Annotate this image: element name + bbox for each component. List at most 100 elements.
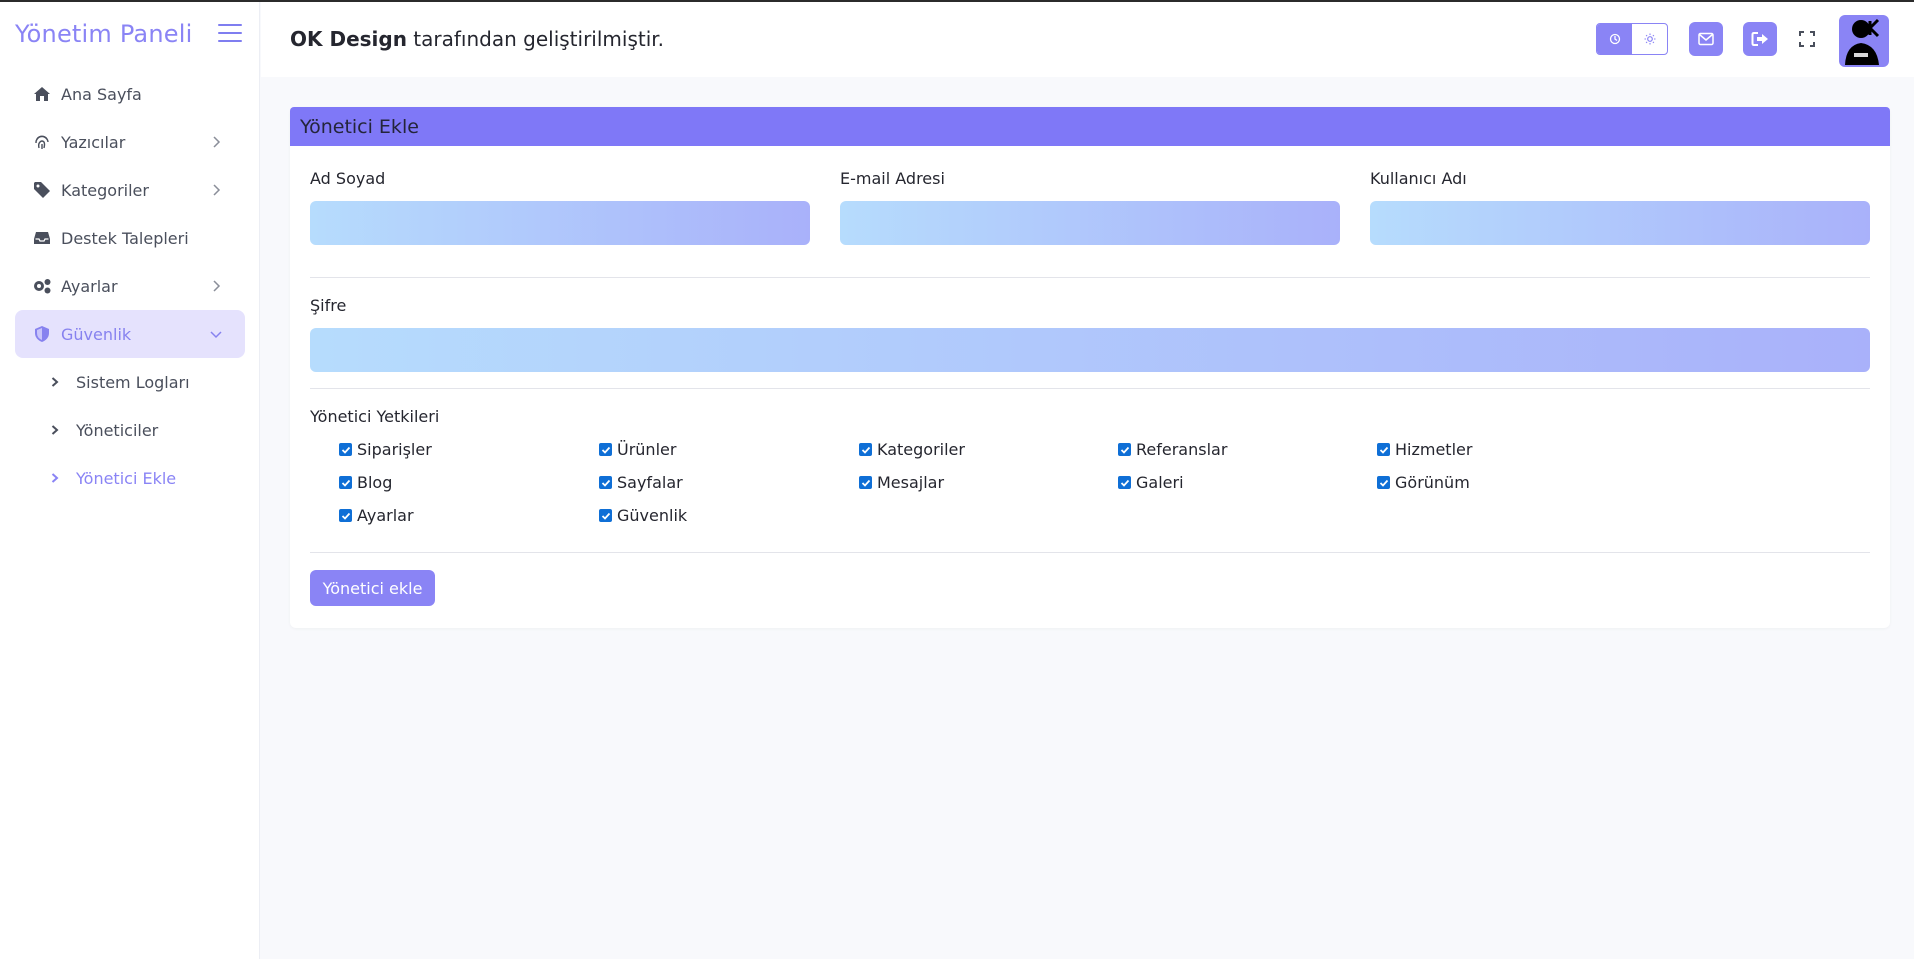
email-field[interactable] bbox=[840, 201, 1340, 245]
checkbox-checked-icon[interactable] bbox=[1377, 443, 1390, 456]
checkbox-checked-icon[interactable] bbox=[1118, 443, 1131, 456]
sidebar-item-ayarlar[interactable]: Ayarlar bbox=[15, 262, 245, 310]
permission-label: Blog bbox=[357, 473, 393, 492]
credit-brand: OK Design bbox=[290, 27, 407, 51]
sidebar: Yönetim Paneli Ana Sayfa Yazıcılar Kateg… bbox=[0, 2, 260, 959]
permission-checkbox-kategoriler[interactable]: Kategoriler bbox=[859, 440, 965, 459]
developer-credit: OK Design tarafından geliştirilmiştir. bbox=[290, 27, 664, 51]
brand-title[interactable]: Yönetim Paneli bbox=[15, 20, 192, 48]
shield-icon bbox=[32, 324, 52, 344]
username-field[interactable] bbox=[1370, 201, 1870, 245]
permission-checkbox-blog[interactable]: Blog bbox=[339, 473, 392, 492]
sidebar-item-label: Destek Talepleri bbox=[61, 228, 189, 248]
permissions-title: Yönetici Yetkileri bbox=[310, 407, 440, 426]
sidebar-item-ana-sayfa[interactable]: Ana Sayfa bbox=[15, 70, 245, 118]
sidebar-item-guvenlik[interactable]: Güvenlik bbox=[15, 310, 245, 358]
user-avatar[interactable] bbox=[1839, 15, 1889, 67]
permission-label: Hizmetler bbox=[1395, 440, 1473, 459]
chevron-right-icon bbox=[51, 376, 61, 388]
permission-checkbox-siparisler[interactable]: Siparişler bbox=[339, 440, 432, 459]
sidebar-item-label: Ana Sayfa bbox=[61, 84, 142, 104]
chevron-right-icon bbox=[213, 184, 221, 196]
permission-label: Ürünler bbox=[617, 440, 677, 459]
permission-checkbox-urunler[interactable]: Ürünler bbox=[599, 440, 676, 459]
logout-button[interactable] bbox=[1743, 22, 1777, 56]
permission-checkbox-gorunum[interactable]: Görünüm bbox=[1377, 473, 1470, 492]
checkbox-checked-icon[interactable] bbox=[599, 509, 612, 522]
sun-icon bbox=[1644, 33, 1655, 45]
security-submenu: Sistem Logları Yöneticiler Yönetici Ekle bbox=[15, 358, 245, 502]
email-label: E-mail Adresi bbox=[840, 169, 945, 188]
permission-label: Galeri bbox=[1136, 473, 1184, 492]
submenu-item-sistem-loglari[interactable]: Sistem Logları bbox=[51, 358, 245, 406]
username-label: Kullanıcı Adı bbox=[1370, 169, 1467, 188]
checkbox-checked-icon[interactable] bbox=[599, 443, 612, 456]
submenu-item-label: Yönetici Ekle bbox=[76, 468, 177, 488]
name-field[interactable] bbox=[310, 201, 810, 245]
permission-label: Ayarlar bbox=[357, 506, 414, 525]
home-icon bbox=[32, 84, 52, 104]
divider bbox=[310, 388, 1870, 389]
permission-label: Referanslar bbox=[1136, 440, 1228, 459]
permission-checkbox-hizmetler[interactable]: Hizmetler bbox=[1377, 440, 1472, 459]
permission-checkbox-ayarlar[interactable]: Ayarlar bbox=[339, 506, 414, 525]
chevron-down-icon bbox=[210, 331, 222, 339]
name-label: Ad Soyad bbox=[310, 169, 386, 188]
submenu-item-yonetici-ekle[interactable]: Yönetici Ekle bbox=[51, 454, 245, 502]
gears-icon bbox=[32, 276, 52, 296]
checkbox-checked-icon[interactable] bbox=[339, 476, 352, 489]
checkbox-checked-icon[interactable] bbox=[1377, 476, 1390, 489]
sidebar-nav: Ana Sayfa Yazıcılar Kategoriler Destek T… bbox=[15, 70, 245, 502]
checkbox-checked-icon[interactable] bbox=[599, 476, 612, 489]
checkbox-checked-icon[interactable] bbox=[339, 443, 352, 456]
add-admin-button[interactable]: Yönetici ekle bbox=[310, 570, 435, 606]
sidebar-item-label: Ayarlar bbox=[61, 276, 118, 296]
checkbox-checked-icon[interactable] bbox=[1118, 476, 1131, 489]
card-header: Yönetici Ekle bbox=[290, 107, 1890, 146]
light-mode-button[interactable] bbox=[1632, 24, 1667, 54]
chevron-right-icon bbox=[213, 136, 221, 148]
card-title: Yönetici Ekle bbox=[300, 115, 419, 138]
password-field[interactable] bbox=[310, 328, 1870, 372]
tag-icon bbox=[32, 180, 52, 200]
sidebar-item-destek-talepleri[interactable]: Destek Talepleri bbox=[15, 214, 245, 262]
permission-checkbox-mesajlar[interactable]: Mesajlar bbox=[859, 473, 944, 492]
permission-checkbox-referanslar[interactable]: Referanslar bbox=[1118, 440, 1227, 459]
sidebar-item-kategoriler[interactable]: Kategoriler bbox=[15, 166, 245, 214]
chevron-right-icon bbox=[213, 280, 221, 292]
sidebar-item-label: Kategoriler bbox=[61, 180, 149, 200]
chevron-right-icon bbox=[51, 424, 61, 436]
submenu-item-yoneticiler[interactable]: Yöneticiler bbox=[51, 406, 245, 454]
checkbox-checked-icon[interactable] bbox=[859, 443, 872, 456]
dark-mode-button[interactable] bbox=[1597, 24, 1632, 54]
password-label: Şifre bbox=[310, 296, 347, 315]
envelope-icon bbox=[1698, 32, 1714, 46]
menu-toggle-icon[interactable] bbox=[218, 24, 242, 44]
divider bbox=[310, 552, 1870, 553]
permission-checkbox-guvenlik[interactable]: Güvenlik bbox=[599, 506, 687, 525]
fullscreen-icon[interactable] bbox=[1798, 30, 1816, 48]
credit-text: tarafından geliştirilmiştir. bbox=[406, 27, 665, 51]
top-header: OK Design tarafından geliştirilmiştir. bbox=[261, 2, 1914, 77]
permission-label: Kategoriler bbox=[877, 440, 965, 459]
checkbox-checked-icon[interactable] bbox=[339, 509, 352, 522]
sidebar-item-label: Güvenlik bbox=[61, 324, 132, 344]
theme-toggle[interactable] bbox=[1596, 23, 1668, 55]
dark-mode-icon bbox=[1609, 33, 1620, 45]
permission-label: Güvenlik bbox=[617, 506, 688, 525]
fingerprint-icon bbox=[32, 132, 52, 152]
permission-checkbox-galeri[interactable]: Galeri bbox=[1118, 473, 1184, 492]
submenu-item-label: Yöneticiler bbox=[76, 420, 159, 440]
sidebar-item-label: Yazıcılar bbox=[61, 132, 126, 152]
submenu-item-label: Sistem Logları bbox=[76, 372, 190, 392]
permission-label: Mesajlar bbox=[877, 473, 945, 492]
messages-button[interactable] bbox=[1689, 22, 1723, 56]
permission-label: Siparişler bbox=[357, 440, 432, 459]
add-admin-card: Yönetici Ekle Ad Soyad E-mail Adresi Kul… bbox=[290, 107, 1890, 628]
inbox-icon bbox=[32, 228, 52, 248]
permission-label: Görünüm bbox=[1395, 473, 1470, 492]
permission-checkbox-sayfalar[interactable]: Sayfalar bbox=[599, 473, 683, 492]
sidebar-item-yazicilar[interactable]: Yazıcılar bbox=[15, 118, 245, 166]
permission-label: Sayfalar bbox=[617, 473, 683, 492]
checkbox-checked-icon[interactable] bbox=[859, 476, 872, 489]
